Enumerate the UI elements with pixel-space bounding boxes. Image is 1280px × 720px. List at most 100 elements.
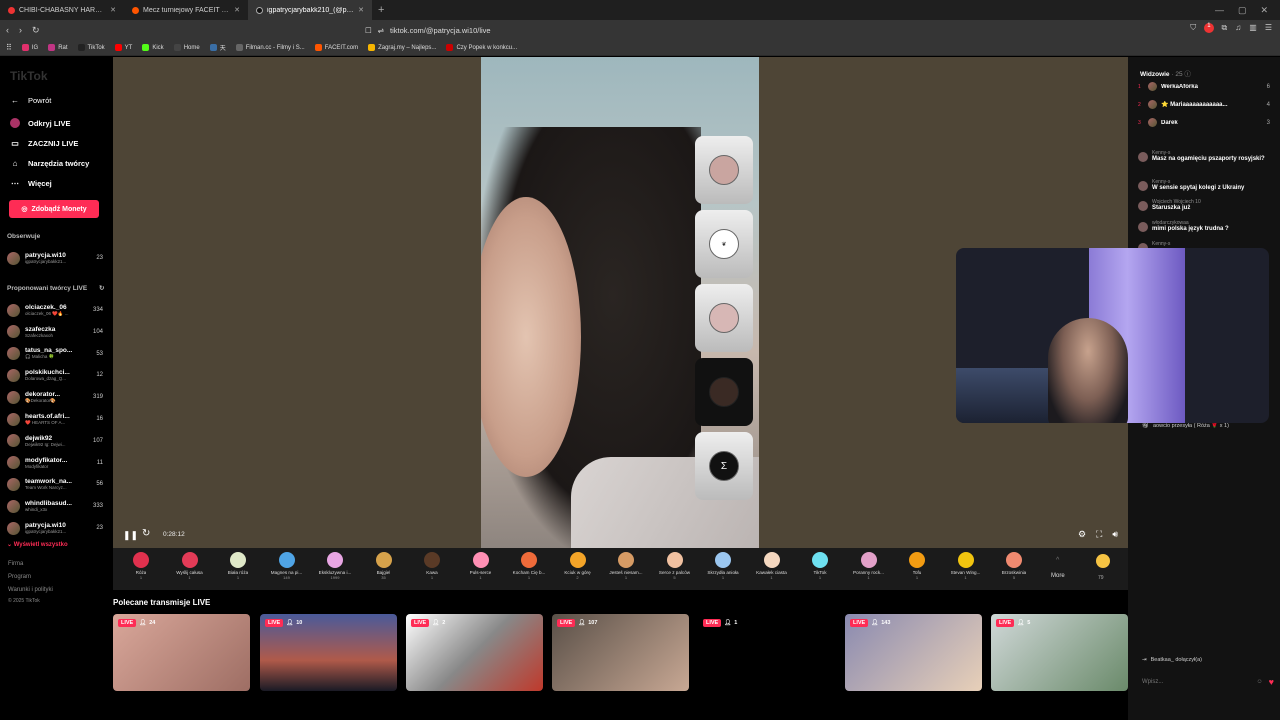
- gift-item[interactable]: Róża 1: [117, 552, 165, 580]
- bookmark-item[interactable]: FACEIT.com: [314, 44, 358, 51]
- gift-item[interactable]: Kawa 1: [408, 552, 456, 580]
- footer-company[interactable]: Firma: [8, 561, 23, 567]
- footer-terms[interactable]: Warunki i polityki: [8, 587, 53, 593]
- floating-gift-card[interactable]: Σ: [695, 432, 753, 500]
- get-coins-button[interactable]: ◎ Zdobądź Monety: [9, 200, 99, 218]
- creator-item[interactable]: whindlibasud... whindi_x3x 333: [7, 496, 103, 516]
- site-info-icon[interactable]: ⇌: [378, 26, 384, 35]
- top-viewer-row[interactable]: 3 Darek 3: [1138, 118, 1270, 127]
- bookmark-item[interactable]: Home: [173, 44, 200, 51]
- floating-gift-card[interactable]: [695, 284, 753, 352]
- recommended-live-card[interactable]: LIVE 👤︎ 5: [991, 614, 1128, 691]
- bookmark-item[interactable]: 天: [209, 43, 226, 52]
- refresh-icon[interactable]: ↻: [142, 528, 150, 539]
- recommended-live-card[interactable]: LIVE 👤︎ 143: [845, 614, 982, 691]
- gift-item[interactable]: Stevan Wing... 1: [942, 552, 990, 580]
- chat-input[interactable]: Wpisz... ☺ ♥: [1134, 673, 1274, 691]
- floating-gift-card[interactable]: [695, 358, 753, 426]
- gift-item[interactable]: Magnes na pi... 149: [263, 552, 311, 580]
- heart-icon[interactable]: ♥: [1269, 677, 1274, 687]
- bookmark-page-icon[interactable]: ☐: [365, 26, 372, 35]
- browser-tab[interactable]: Mecz turniejowy FACEIT - FACEIT.com ✕: [124, 0, 248, 20]
- close-icon[interactable]: ✕: [358, 6, 364, 14]
- bookmark-item[interactable]: Filman.cc - Filmy i S...: [235, 44, 305, 51]
- floating-gift-card[interactable]: ❦: [695, 210, 753, 278]
- apps-icon[interactable]: ⠿: [6, 43, 12, 52]
- creator-item[interactable]: dejwik92 Dejwik92 Ig: Dejwi... 107: [7, 431, 103, 451]
- gift-item[interactable]: Puls-serce 1: [457, 552, 505, 580]
- forward-icon[interactable]: ›: [19, 25, 22, 35]
- gift-item[interactable]: Tofu 1: [893, 552, 941, 580]
- nav-creator-tools[interactable]: ⌂ Narzędzia twórcy: [10, 158, 90, 168]
- creator-item[interactable]: hearts.of.afri... ❤️ HEARTS OF A... 16: [7, 409, 103, 429]
- top-viewer-row[interactable]: 2 ⭐ Mariaaaaaaaaaaaa... 4: [1138, 100, 1270, 109]
- maximize-icon[interactable]: ▢: [1238, 5, 1247, 16]
- bookmark-item[interactable]: Zagraj.my – Najleps...: [368, 44, 436, 51]
- reload-icon[interactable]: ↻: [32, 25, 40, 36]
- show-all-link[interactable]: ⌄ Wyświetl wszystko: [7, 541, 68, 548]
- gift-item[interactable]: Brzoskwinia 5: [990, 552, 1038, 580]
- gift-item[interactable]: Jesteś niesam... 1: [602, 552, 650, 580]
- top-viewer-row[interactable]: 1 WerkaAforka 6: [1138, 82, 1270, 91]
- gift-item[interactable]: Serce z palców 5: [651, 552, 699, 580]
- minimize-icon[interactable]: —: [1215, 5, 1224, 16]
- gift-item[interactable]: Biała róża 1: [214, 552, 262, 580]
- fullscreen-icon[interactable]: ⛶: [1096, 529, 1102, 540]
- info-icon[interactable]: ⓘ: [1184, 71, 1191, 78]
- more-gifts-button[interactable]: More: [1051, 573, 1065, 579]
- extension-badge[interactable]: 1: [1204, 23, 1214, 33]
- new-tab-button[interactable]: +: [372, 4, 390, 16]
- recommended-live-card[interactable]: LIVE 👤︎ 1: [698, 614, 835, 691]
- bookmark-item[interactable]: TikTok: [77, 44, 105, 51]
- chat-message[interactable]: włodarczykowaa mimi polska język trudna ?: [1138, 220, 1270, 234]
- creator-item[interactable]: szafeczka Szafeczkaxoh 104: [7, 322, 103, 342]
- chat-message[interactable]: Wojciech Wojciech 10 Staruszka już: [1138, 199, 1270, 213]
- creator-item[interactable]: patrycja.wi10 igpatrycjarybakk21... 23: [7, 248, 103, 268]
- nav-more[interactable]: ⋯ Więcej: [10, 178, 52, 188]
- bookmark-item[interactable]: Czy Popek w konkcu...: [446, 44, 517, 51]
- gift-item[interactable]: Ekskluzywna i... 1999: [311, 552, 359, 580]
- close-window-icon[interactable]: ✕: [1260, 5, 1268, 16]
- floating-gift-card[interactable]: [695, 136, 753, 204]
- close-icon[interactable]: ✕: [110, 6, 116, 14]
- volume-icon[interactable]: 🔊︎: [1112, 529, 1118, 540]
- recommended-live-card[interactable]: LIVE 👤︎ 107: [552, 614, 689, 691]
- browser-tab[interactable]: CHIBI-CHABAŚNY HARDSTYLOWY ✕: [0, 0, 124, 20]
- sidebar-icon[interactable]: ▥: [1249, 23, 1257, 33]
- back-link[interactable]: ← Powrót: [10, 95, 51, 105]
- bookmark-item[interactable]: YT: [114, 44, 132, 51]
- bookmark-item[interactable]: Rat: [48, 44, 68, 51]
- chat-message[interactable]: Kenny-s Masz na ogamięciu pszaporty rosyj…: [1138, 150, 1270, 164]
- url-field[interactable]: ☐ ⇌ tiktok.com/@patrycja.wi10/live: [365, 23, 910, 37]
- nav-discover-live[interactable]: Odkryj LIVE: [10, 118, 71, 128]
- recommended-live-card[interactable]: LIVE 👤︎ 2: [406, 614, 543, 691]
- gift-item[interactable]: Kciuk w górę 2: [554, 552, 602, 580]
- recommended-live-card[interactable]: LIVE 👤︎ 10: [260, 614, 397, 691]
- footer-program[interactable]: Program: [8, 574, 31, 580]
- creator-item[interactable]: tatus_na_spo... 🎧 Malicha 🍀 53: [7, 344, 103, 364]
- coin-icon[interactable]: [1096, 554, 1110, 568]
- shield-icon[interactable]: ⛉: [1190, 23, 1196, 33]
- settings-icon[interactable]: ⚙: [1078, 529, 1086, 540]
- recommended-live-card[interactable]: LIVE 👤︎ 24: [113, 614, 250, 691]
- gift-item[interactable]: TikTok 1: [796, 552, 844, 580]
- live-video[interactable]: ❦ Σ: [481, 57, 759, 548]
- music-icon[interactable]: ♫: [1235, 23, 1241, 33]
- gift-item[interactable]: Kawałek ciasta 1: [748, 552, 796, 580]
- extensions-icon[interactable]: ⧉: [1222, 23, 1228, 33]
- gift-item[interactable]: Kocham Cię b... 1: [505, 552, 553, 580]
- creator-item[interactable]: teamwork_na... Team Work Narcyz... 56: [7, 474, 103, 494]
- refresh-icon[interactable]: ↻: [99, 285, 104, 292]
- gift-item[interactable]: Skrzydła anioła 1: [699, 552, 747, 580]
- bookmark-item[interactable]: IG: [21, 44, 38, 51]
- creator-item[interactable]: patrycja.wi10 igpatrycjarybakk21... 23: [7, 518, 103, 538]
- viewers-heading[interactable]: Widzowie · 25 ⓘ: [1140, 68, 1191, 78]
- menu-icon[interactable]: ☰: [1265, 23, 1272, 33]
- close-icon[interactable]: ✕: [234, 6, 240, 14]
- gift-item[interactable]: Bajgiel 35: [360, 552, 408, 580]
- creator-item[interactable]: olciaczek._06 olciaczek_06 ❤️🔥 ... 334: [7, 300, 103, 320]
- creator-item[interactable]: polskikuchci... Dolarowa_dzag_Q... 12: [7, 365, 103, 385]
- creator-item[interactable]: modyfikator... Modyfikator 11: [7, 453, 103, 473]
- nav-start-live[interactable]: ▭ ZACZNIJ LIVE: [10, 138, 78, 148]
- back-icon[interactable]: ‹: [6, 25, 9, 35]
